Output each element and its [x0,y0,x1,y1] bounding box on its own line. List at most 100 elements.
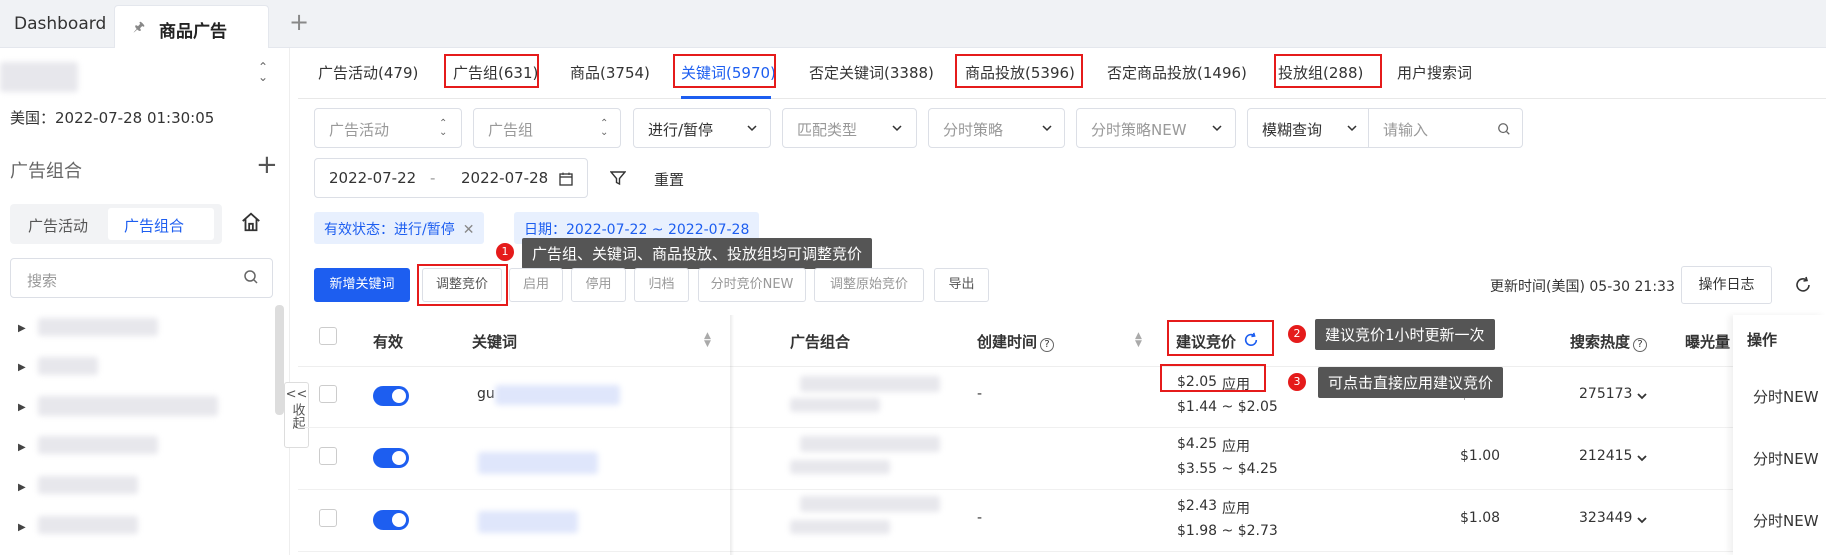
search-heat-value: 212415 [1579,448,1633,464]
header-portfolio: 广告组合 [790,333,851,351]
segment-campaign[interactable]: 广告活动 [28,215,88,236]
blurred-keyword[interactable] [478,511,578,533]
suggested-bid-value[interactable]: $4.25 [1177,436,1217,452]
help-icon[interactable]: ? [1633,338,1648,352]
blurred-tree-item[interactable] [38,436,158,454]
pause-button[interactable]: 停用 [571,268,626,302]
annotation-tip: 建议竞价1小时更新一次 [1315,319,1495,350]
column-fixed-shadow [730,315,734,555]
add-tab-icon[interactable]: + [289,8,309,36]
fuzzy-query-select[interactable]: 模糊查询 [1247,108,1369,148]
time-strategy-select[interactable]: 分时策略 [928,108,1065,148]
blurred-tree-item[interactable] [38,318,158,336]
row-checkbox[interactable] [319,447,337,465]
add-portfolio-button[interactable]: + [256,150,278,180]
blurred-tree-item[interactable] [38,476,138,494]
reset-button[interactable]: 重置 [654,169,684,190]
suggested-bid-value[interactable]: $2.43 [1177,498,1217,514]
tree-expand-icon[interactable]: ▶ [18,442,26,453]
adjust-original-bid-button[interactable]: 调整原始竞价 [814,268,924,302]
valid-toggle[interactable] [373,386,409,406]
blurred-tree-item[interactable] [38,357,98,375]
chevron-down-icon[interactable] [1636,390,1648,402]
highlight-box [1167,320,1274,356]
tree-expand-icon[interactable]: ▶ [18,362,26,373]
bid-value[interactable]: $1.08 [1460,510,1500,526]
keyword-link[interactable]: gu [477,386,495,402]
annotation-number: 3 [1288,373,1306,391]
sidebar-segment: 广告活动 广告组合 [10,204,222,244]
add-keyword-button[interactable]: 新增关键词 [314,268,410,302]
campaign-select[interactable]: 广告活动 ⌃ ⌄ [314,108,462,148]
chevron-down-icon[interactable] [1636,514,1648,526]
row-checkbox[interactable] [319,385,337,403]
pin-icon[interactable]: 🖈 [133,18,145,40]
blurred-tree-item[interactable] [38,396,218,416]
sort-icon[interactable]: ▲ ▼ [704,332,711,349]
operation-log-button[interactable]: 操作日志 [1681,266,1772,304]
archive-button[interactable]: 归档 [634,268,689,302]
filter-icon[interactable] [610,170,626,186]
sidebar-scrollbar[interactable] [275,305,284,415]
sort-icon[interactable]: ▲ ▼ [1135,332,1142,349]
apply-bid-link[interactable]: 应用 [1222,498,1250,518]
tab-negative-keywords[interactable]: 否定关键词(3388) [809,62,934,83]
tree-expand-icon[interactable]: ▶ [18,522,26,533]
search-icon[interactable] [1497,122,1511,136]
match-type-select[interactable]: 匹配类型 [782,108,917,148]
enable-button[interactable]: 启用 [509,268,563,302]
time-new-link[interactable]: 分时NEW [1753,386,1819,407]
highlight-box [955,54,1083,88]
active-tab-underline [681,96,771,99]
action-column: 操作 分时NEW 分时NEW 分时NEW [1733,315,1826,555]
segment-portfolio[interactable]: 广告组合 [108,208,214,240]
bid-value[interactable]: $1.00 [1460,448,1500,464]
search-placeholder: 搜索 [27,272,58,290]
time-bid-new-button[interactable]: 分时竞价NEW [698,268,806,302]
chevron-down-icon [1042,125,1052,132]
blurred-tree-item[interactable] [38,516,138,534]
refresh-icon[interactable] [1794,276,1812,294]
chevron-down-icon [1212,125,1222,132]
select-all-checkbox[interactable] [319,327,337,345]
status-filter-tag: 有效状态：进行/暂停 ✕ [314,212,485,244]
tab-campaigns[interactable]: 广告活动(479) [318,62,418,83]
help-icon[interactable]: ? [1040,338,1055,352]
date-tag-label: 日期：2022-07-22 ~ 2022-07-28 [524,222,750,238]
region-time: 美国：2022-07-28 01:30:05 [10,109,215,127]
tree-expand-icon[interactable]: ▶ [18,482,26,493]
chevron-down-icon[interactable] [1636,452,1648,464]
tree-expand-icon[interactable]: ▶ [18,323,26,334]
tab-negative-product-targeting[interactable]: 否定商品投放(1496) [1107,62,1247,83]
time-strategy-new-select[interactable]: 分时策略NEW [1076,108,1236,148]
time-new-link[interactable]: 分时NEW [1753,510,1819,531]
time-new-link[interactable]: 分时NEW [1753,448,1819,469]
valid-toggle[interactable] [373,510,409,530]
close-icon[interactable]: ✕ [463,222,475,238]
annotation-number: 2 [1288,325,1306,343]
row-checkbox[interactable] [319,509,337,527]
tab-products[interactable]: 商品(3754) [570,62,650,83]
header-keyword: 关键词 [472,333,518,351]
export-button[interactable]: 导出 [934,268,989,302]
valid-toggle[interactable] [373,448,409,468]
tree-expand-icon[interactable]: ▶ [18,402,26,413]
blurred-portfolio [800,496,940,512]
home-icon[interactable] [240,211,262,233]
search-heat-value: 275173 [1579,386,1633,402]
tab-product-ads[interactable]: 🖈 商品广告 [114,5,269,48]
apply-bid-link[interactable]: 应用 [1222,436,1250,456]
query-input[interactable]: 请输入 [1368,108,1523,148]
updown-icon: ⌃ ⌄ [600,118,609,138]
status-select[interactable]: 进行/暂停 [633,108,771,148]
date-range-picker[interactable]: 2022-07-22 - 2022-07-28 [314,158,588,198]
date-separator: - [430,169,436,187]
store-switch-icon[interactable]: ⌃ ⌄ [258,61,268,83]
sidebar-search-input[interactable]: 搜索 [10,258,273,298]
blurred-store-name [0,62,78,92]
tab-dashboard[interactable]: Dashboard [14,14,106,34]
adgroup-select[interactable]: 广告组 ⌃ ⌄ [473,108,621,148]
blurred-keyword[interactable] [478,452,598,474]
header-action: 操作 [1747,331,1778,349]
tab-search-terms[interactable]: 用户搜索词 [1397,62,1472,83]
